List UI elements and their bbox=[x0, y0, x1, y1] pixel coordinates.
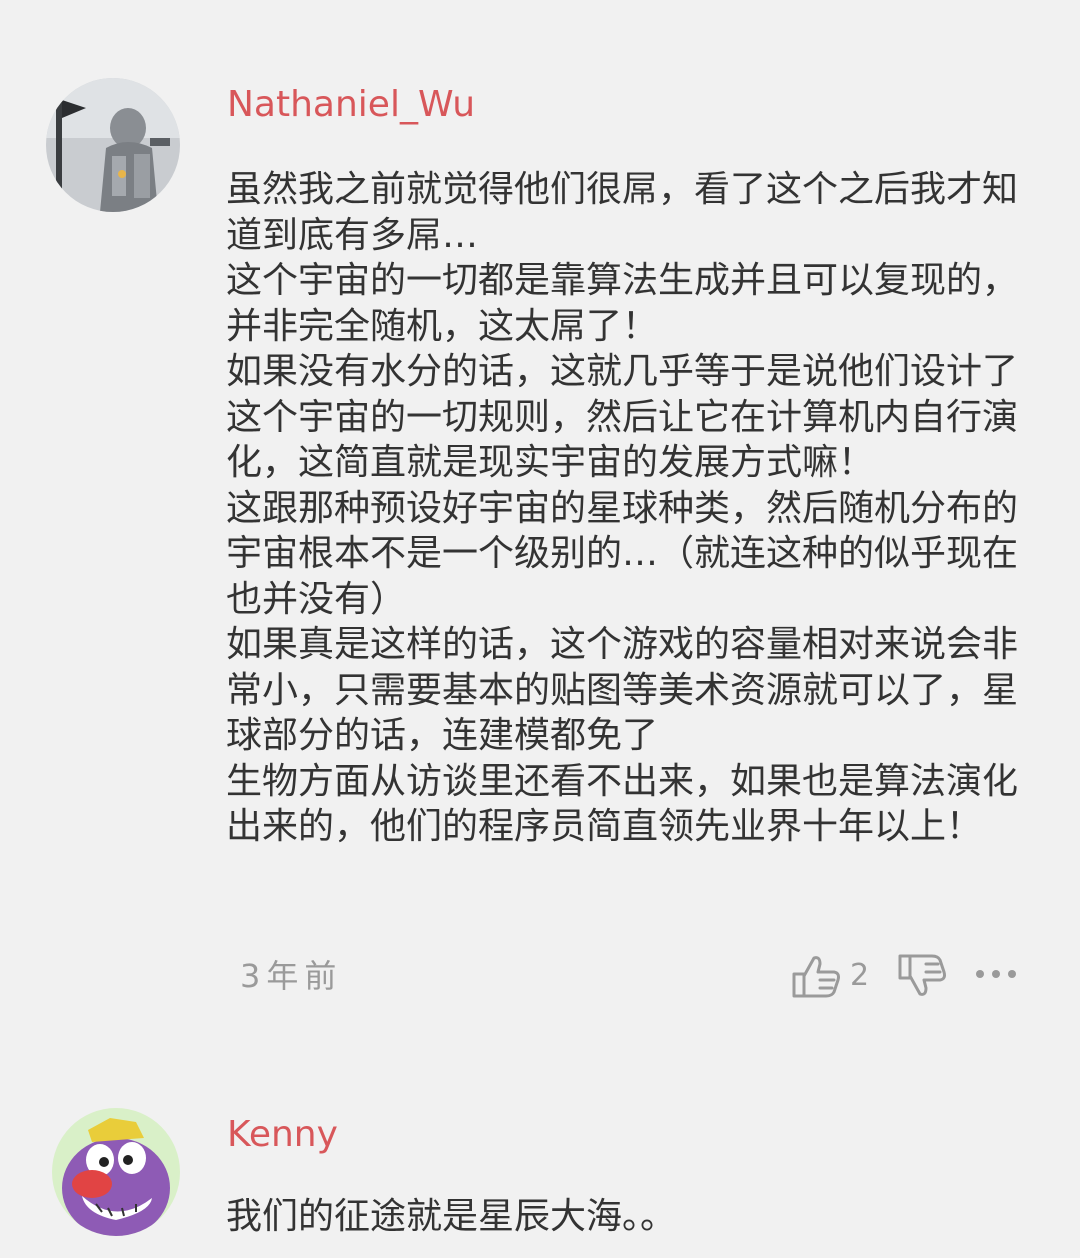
comment-item: Nathaniel_Wu 虽然我之前就觉得他们很屌，看了这个之后我才知道到底有多… bbox=[0, 0, 1080, 1040]
thumbs-down-icon[interactable] bbox=[892, 946, 952, 1006]
thumbs-up-icon[interactable] bbox=[786, 946, 846, 1006]
comment-item: Kenny 我们的征途就是星辰大海。。 bbox=[0, 1090, 1080, 1258]
like-count: 2 bbox=[850, 958, 870, 993]
comment-text: 我们的征途就是星辰大海。。 bbox=[226, 1196, 677, 1237]
username[interactable]: Kenny bbox=[227, 1114, 338, 1156]
more-dots-icon[interactable] bbox=[970, 946, 1030, 1006]
avatar[interactable] bbox=[46, 78, 180, 212]
comment-text: 虽然我之前就觉得他们很屌，看了这个之后我才知道到底有多屌… 这个宇宙的一切都是靠… bbox=[226, 169, 1019, 847]
comment-actions: 2 bbox=[780, 946, 1040, 1006]
timestamp: 3年前 bbox=[240, 957, 343, 995]
avatar[interactable] bbox=[52, 1108, 180, 1236]
username[interactable]: Nathaniel_Wu bbox=[227, 84, 475, 126]
